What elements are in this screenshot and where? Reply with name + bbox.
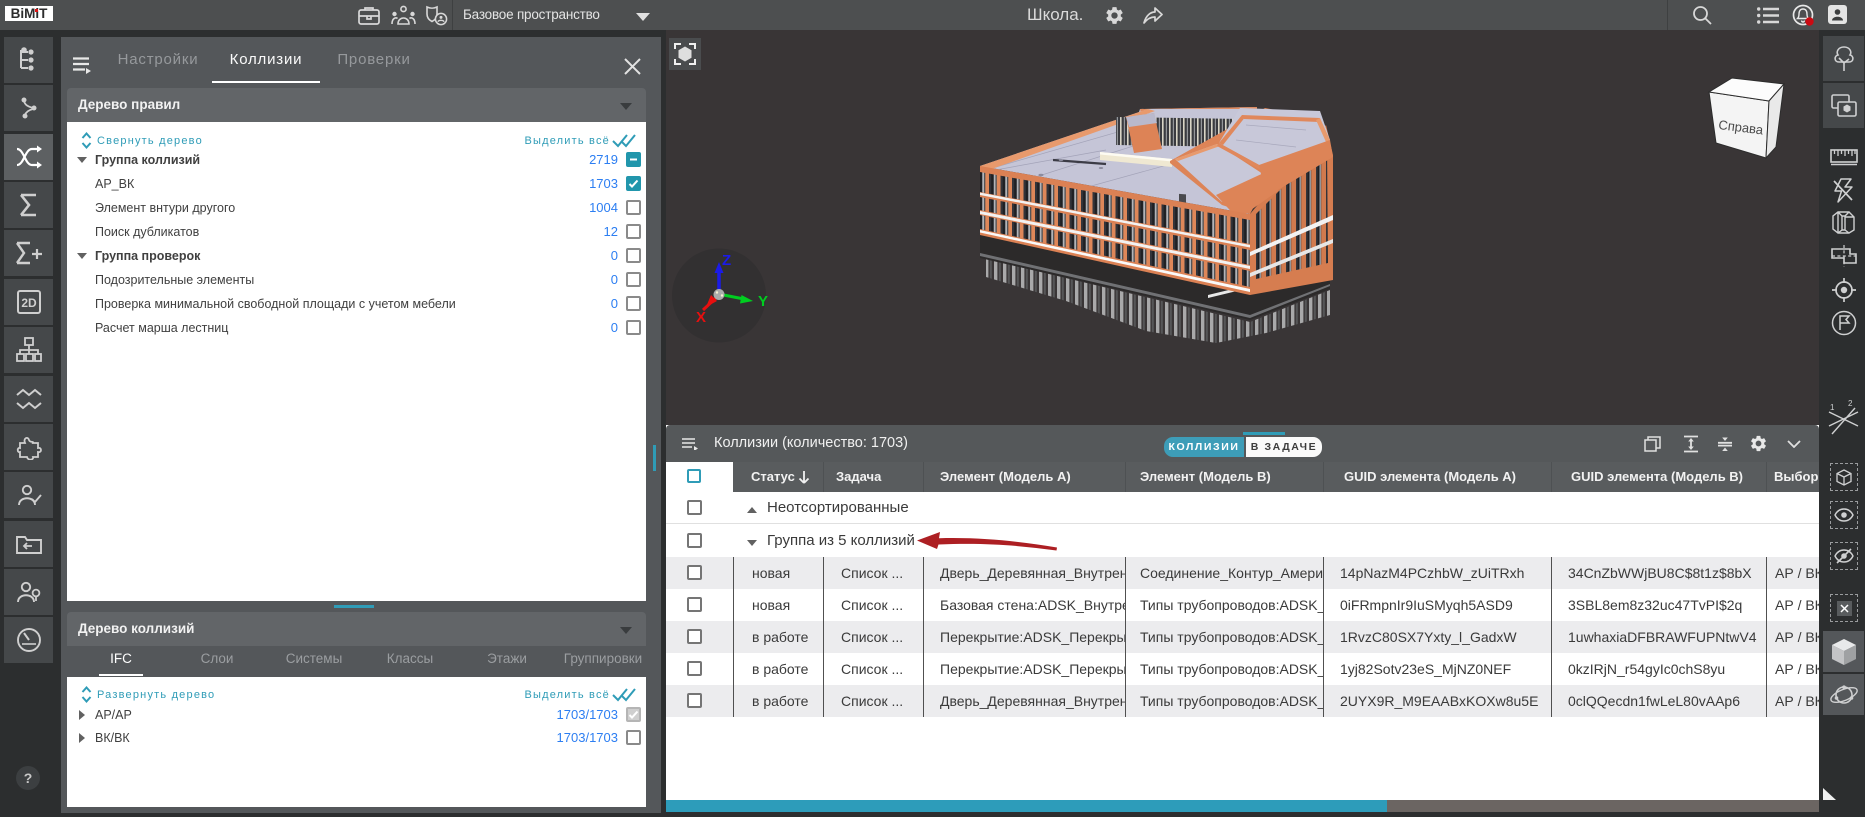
svg-text:Z: Z (722, 252, 731, 269)
svg-text:2: 2 (1848, 399, 1853, 408)
svg-text:Y: Y (758, 293, 768, 310)
svg-text:X: X (696, 309, 706, 326)
svg-text:1: 1 (1830, 403, 1835, 412)
svg-text:2D: 2D (21, 296, 37, 310)
